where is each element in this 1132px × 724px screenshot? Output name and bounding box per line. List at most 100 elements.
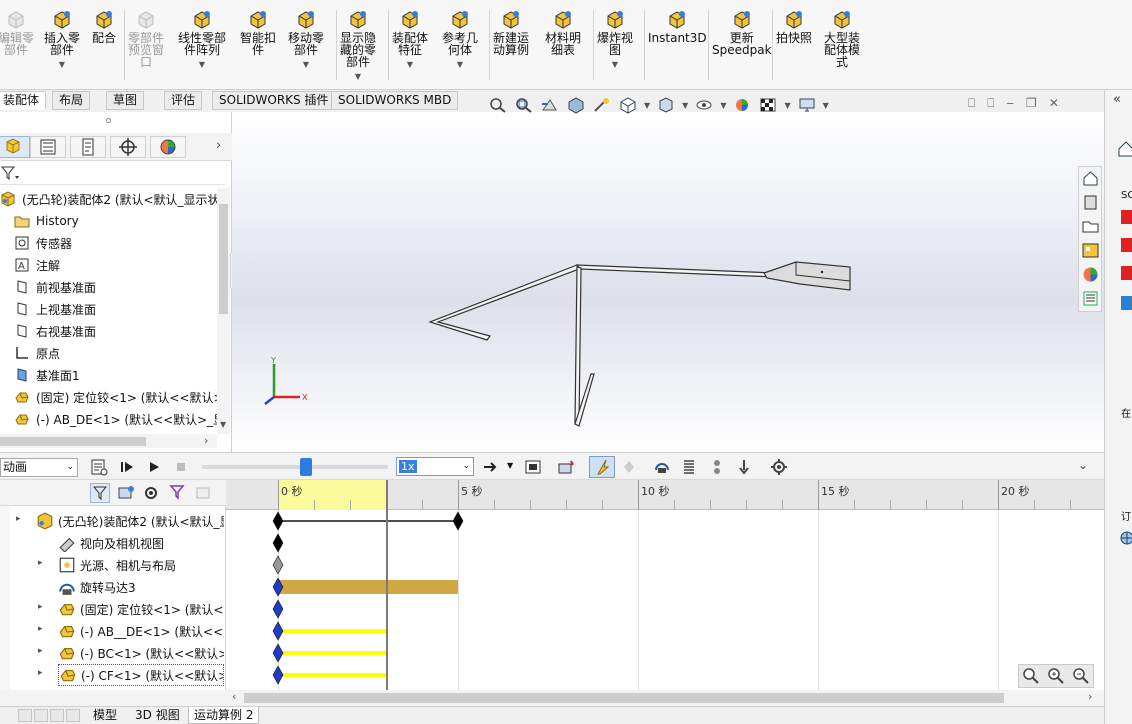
expand-arrow-icon[interactable]: ▸ <box>16 514 21 524</box>
chevron-right-icon[interactable]: › <box>216 138 221 153</box>
part-change-bar[interactable] <box>278 673 386 677</box>
hide-show-items-icon[interactable] <box>694 96 714 114</box>
filter-selected-gear-icon[interactable] <box>142 483 162 503</box>
globe-icon[interactable] <box>1119 530 1132 546</box>
taskpane-blue-icon[interactable] <box>1121 296 1132 310</box>
ribbon-button-edit-component[interactable]: 编辑零 部件 <box>0 10 34 56</box>
play-icon[interactable] <box>145 458 163 476</box>
motion-tree-vertical-scrollbar[interactable] <box>0 506 10 690</box>
key-point-assembly-start[interactable] <box>272 511 284 531</box>
chevron-down-icon[interactable]: ▼ <box>199 59 205 71</box>
solidworks-resources-home-icon[interactable] <box>1081 169 1100 188</box>
study-type-select[interactable]: 动画 ⌄ <box>0 458 78 477</box>
tab-configuration-manager[interactable] <box>70 136 106 158</box>
zoom-to-area-icon[interactable] <box>514 96 534 114</box>
apply-scene-icon[interactable] <box>758 96 778 114</box>
appearances-scenes-icon[interactable] <box>1081 265 1100 284</box>
spring-icon[interactable] <box>680 458 698 476</box>
last-tab-icon[interactable] <box>66 709 80 722</box>
display-style-icon[interactable] <box>656 96 676 114</box>
motion-study-properties-gear-icon[interactable] <box>770 458 788 476</box>
time-bar-cursor[interactable] <box>386 480 388 690</box>
calculate-icon[interactable] <box>90 458 108 476</box>
scroll-right-arrow-icon[interactable]: › <box>204 434 208 447</box>
scroll-left-arrow-icon[interactable]: ‹ <box>232 690 236 703</box>
section-view-icon[interactable] <box>566 96 586 114</box>
scroll-thumb[interactable] <box>244 693 1004 703</box>
playback-slider-knob[interactable] <box>300 458 312 476</box>
ribbon-button-linear-pattern[interactable]: 线性零部 件阵列 ▼ <box>178 10 226 71</box>
tab-model[interactable]: 模型 <box>88 707 122 724</box>
zoom-to-fit-icon[interactable] <box>488 96 508 114</box>
expand-arrow-icon[interactable]: ▸ <box>38 646 43 656</box>
home-icon[interactable] <box>1117 140 1132 158</box>
autokey-button[interactable] <box>589 456 615 478</box>
zoom-out-icon[interactable] <box>1072 667 1090 685</box>
ribbon-button-component-preview[interactable]: 零部件 预览窗 口 <box>128 10 164 68</box>
ribbon-button-exploded-view[interactable]: 爆炸视 图 ▼ <box>597 10 633 71</box>
scroll-down-arrow-icon[interactable]: ▼ <box>220 420 226 429</box>
scroll-right-arrow-icon[interactable]: › <box>1088 690 1092 703</box>
tab-motion-study-2[interactable]: 运动算例 2 <box>188 707 260 724</box>
key-point-lights[interactable] <box>272 555 284 575</box>
playback-speed-select[interactable]: 1x ⌄ <box>396 457 474 476</box>
expand-arrow-icon[interactable]: ▸ <box>38 624 43 634</box>
tab-3d-view[interactable]: 3D 视图 <box>130 707 185 724</box>
first-tab-icon[interactable] <box>18 709 32 722</box>
key-point-part[interactable] <box>272 621 284 641</box>
tree-item[interactable]: History <box>14 210 232 232</box>
filter-disabled-icon[interactable] <box>194 483 214 503</box>
tree-item[interactable]: 前视基准面 <box>14 276 232 298</box>
chevron-down-icon[interactable]: ▼ <box>720 101 726 110</box>
tree-root-assembly[interactable]: (无凸轮)装配体2 (默认<默认_显示状态 <box>0 188 218 210</box>
ribbon-button-bom[interactable]: 材料明 细表 <box>545 10 581 56</box>
timeline-horizontal-scrollbar[interactable]: ‹ › <box>226 690 1104 706</box>
stop-icon[interactable] <box>172 458 190 476</box>
chevron-down-icon[interactable]: ▼ <box>59 59 65 71</box>
tab-display-manager[interactable] <box>150 136 186 158</box>
tree-item[interactable]: 上视基准面 <box>14 298 232 320</box>
filter-results-icon[interactable] <box>168 483 188 503</box>
animation-wizard-icon[interactable] <box>557 458 575 476</box>
ribbon-button-camera[interactable]: 拍快照 <box>776 10 812 44</box>
ribbon-button-speedpak[interactable]: 更新 Speedpak <box>712 10 772 56</box>
gravity-icon[interactable] <box>735 458 753 476</box>
contact-icon[interactable] <box>708 458 726 476</box>
tile-right-icon[interactable]: ⎕ <box>987 96 994 111</box>
expand-arrow-icon[interactable]: ▸ <box>38 558 43 568</box>
edit-appearance-icon[interactable] <box>732 96 752 114</box>
chevron-down-icon[interactable]: ▼ <box>303 59 309 71</box>
ribbon-button-new-motion-study[interactable]: 新建运 动算例 <box>493 10 529 56</box>
chevron-down-icon[interactable]: ▼ <box>784 101 790 110</box>
chevron-down-icon[interactable]: ▼ <box>355 71 361 83</box>
tab-property-manager[interactable] <box>30 136 66 158</box>
tree-item[interactable]: (-) AB_DE<1> (默认<<默认>_显 <box>14 408 232 430</box>
task-pane-collapse-icon[interactable]: « <box>1113 92 1121 107</box>
save-animation-icon[interactable] <box>524 458 542 476</box>
ribbon-button-large-assembly[interactable]: 大型装 配体模 式 <box>824 10 860 68</box>
tab-dimxpert-manager[interactable] <box>110 136 146 158</box>
expand-arrow-icon[interactable]: ▸ <box>38 602 43 612</box>
tree-item[interactable]: A 注解 <box>14 254 232 276</box>
next-tab-icon[interactable] <box>50 709 64 722</box>
play-from-start-icon[interactable] <box>118 458 136 476</box>
tab-solidworks-addins[interactable]: SOLIDWORKS 插件 <box>212 91 336 110</box>
tab-evaluate[interactable]: 评估 <box>164 91 203 110</box>
chevron-down-icon[interactable]: ▼ <box>407 59 413 71</box>
part-change-bar[interactable] <box>278 651 386 655</box>
chevron-down-icon[interactable]: ▼ <box>612 59 618 71</box>
tab-sketch[interactable]: 草图 <box>106 91 145 110</box>
scroll-thumb[interactable] <box>0 437 146 446</box>
filter-animated-button[interactable] <box>90 483 110 503</box>
chevron-down-icon[interactable]: ▼ <box>457 59 463 71</box>
graphics-viewport[interactable]: Y X <box>232 112 1104 452</box>
taskpane-red-icon[interactable] <box>1121 210 1132 224</box>
key-point-part[interactable] <box>272 643 284 663</box>
ribbon-button-assembly-feature[interactable]: 装配体 特征 ▼ <box>392 10 428 71</box>
motion-tree-item[interactable]: 旋转马达3 <box>58 576 224 598</box>
ribbon-button-show-hidden[interactable]: 显示隐 藏的零 部件 ▼ <box>340 10 376 83</box>
motion-tree-item[interactable]: 光源、相机与布局 <box>58 554 224 576</box>
previous-view-icon[interactable] <box>540 96 560 114</box>
ribbon-button-reference-geometry[interactable]: 参考几 何体 ▼ <box>442 10 478 71</box>
playback-slider[interactable] <box>202 458 388 476</box>
